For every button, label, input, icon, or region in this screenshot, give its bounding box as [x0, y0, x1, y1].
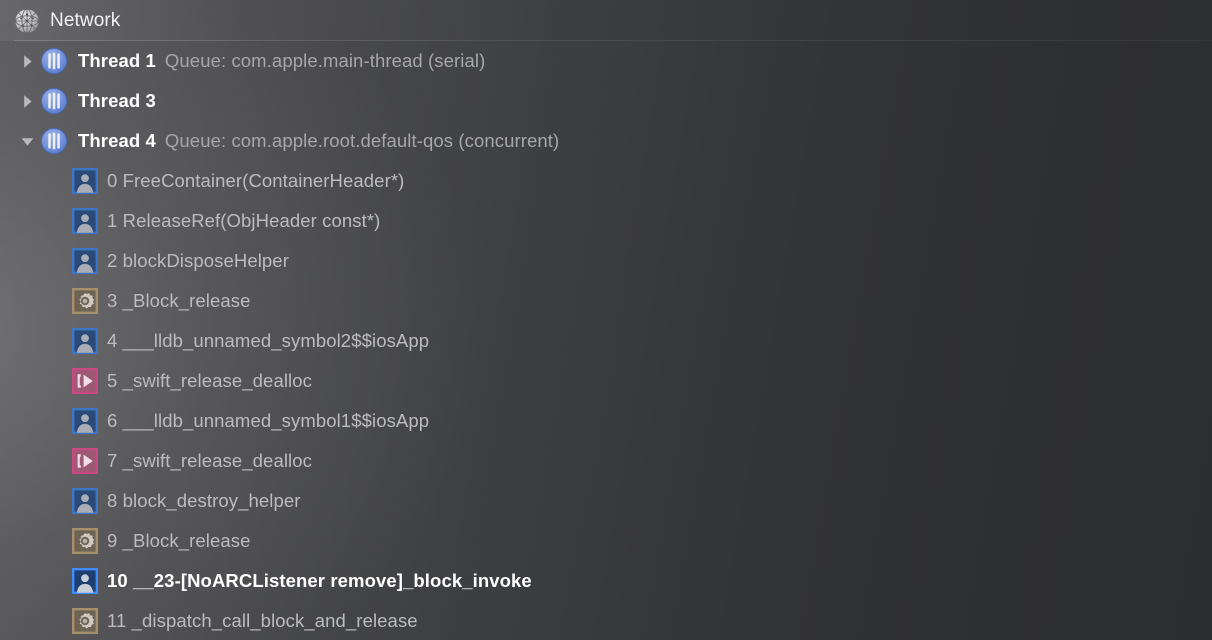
user-code-icon [72, 488, 98, 514]
thread-row[interactable]: Thread 1 Queue: com.apple.main-thread (se… [0, 41, 1212, 81]
stack-frame-label: 6 ___lldb_unnamed_symbol1$$iosApp [107, 410, 430, 431]
stack-frame-row[interactable]: 5 _swift_release_dealloc [0, 361, 1212, 401]
stack-frame-label: 2 blockDisposeHelper [107, 250, 289, 271]
stack-frame-label: 7 _swift_release_dealloc [107, 450, 312, 471]
system-gear-icon [72, 528, 98, 554]
user-code-icon [72, 328, 98, 354]
system-gear-icon [72, 288, 98, 314]
stack-frame-row[interactable]: 0 FreeContainer(ContainerHeader*) [0, 161, 1212, 201]
debug-navigator-panel: Network Thread 1 Queue: com.apple.main-th… [0, 0, 1212, 640]
stack-frame-label: 10 __23-[NoARCListener remove]_block_inv… [107, 570, 532, 591]
stack-frame-label: 4 ___lldb_unnamed_symbol2$$iosApp [107, 330, 430, 351]
thread-name: Thread 4 [78, 130, 156, 151]
stack-frame-row[interactable]: 11 _dispatch_call_block_and_release [0, 601, 1212, 640]
stack-frame-row[interactable]: 10 __23-[NoARCListener remove]_block_inv… [0, 561, 1212, 601]
runtime-icon [72, 368, 98, 394]
stack-frame-row[interactable]: 2 blockDisposeHelper [0, 241, 1212, 281]
stack-frame-label: 9 _Block_release [107, 530, 251, 551]
stack-frame-row[interactable]: 8 block_destroy_helper [0, 481, 1212, 521]
user-code-icon [72, 208, 98, 234]
thread-icon [40, 127, 68, 155]
stack-frame-row[interactable]: 3 _Block_release [0, 281, 1212, 321]
stack-frame-row[interactable]: 4 ___lldb_unnamed_symbol2$$iosApp [0, 321, 1212, 361]
thread-name: Thread 3 [78, 90, 156, 111]
stack-frame-row[interactable]: 6 ___lldb_unnamed_symbol1$$iosApp [0, 401, 1212, 441]
stack-frame-label: 0 FreeContainer(ContainerHeader*) [107, 170, 405, 191]
thread-queue-label: Queue: com.apple.root.default-qos (concu… [164, 130, 560, 151]
stack-frame-label: 1 ReleaseRef(ObjHeader const*) [107, 210, 381, 231]
stack-frame-label: 3 _Block_release [107, 290, 251, 311]
user-code-icon [72, 168, 98, 194]
stack-frame-label: 11 _dispatch_call_block_and_release [107, 610, 418, 631]
page-title: Network [50, 9, 121, 31]
chevron-right-icon[interactable] [16, 81, 38, 121]
system-gear-icon [72, 608, 98, 634]
network-globe-icon [14, 8, 40, 34]
thread-list: Thread 1 Queue: com.apple.main-thread (se… [0, 41, 1212, 640]
thread-row[interactable]: Thread 3 [0, 81, 1212, 121]
stack-frame-label: 8 block_destroy_helper [107, 490, 301, 511]
user-code-icon [72, 568, 98, 594]
panel-header: Network [0, 0, 1212, 41]
thread-icon [40, 87, 68, 115]
stack-frame-row[interactable]: 1 ReleaseRef(ObjHeader const*) [0, 201, 1212, 241]
chevron-right-icon[interactable] [16, 41, 38, 81]
thread-queue-label: Queue: com.apple.main-thread (serial) [164, 50, 486, 71]
user-code-icon [72, 248, 98, 274]
stack-frame-label: 5 _swift_release_dealloc [107, 370, 312, 391]
thread-row[interactable]: Thread 4 Queue: com.apple.root.default-qo… [0, 121, 1212, 161]
chevron-down-icon[interactable] [16, 121, 38, 161]
stack-frame-row[interactable]: 7 _swift_release_dealloc [0, 441, 1212, 481]
thread-name: Thread 1 [78, 50, 156, 71]
stack-frame-row[interactable]: 9 _Block_release [0, 521, 1212, 561]
runtime-icon [72, 448, 98, 474]
user-code-icon [72, 408, 98, 434]
thread-icon [40, 47, 68, 75]
